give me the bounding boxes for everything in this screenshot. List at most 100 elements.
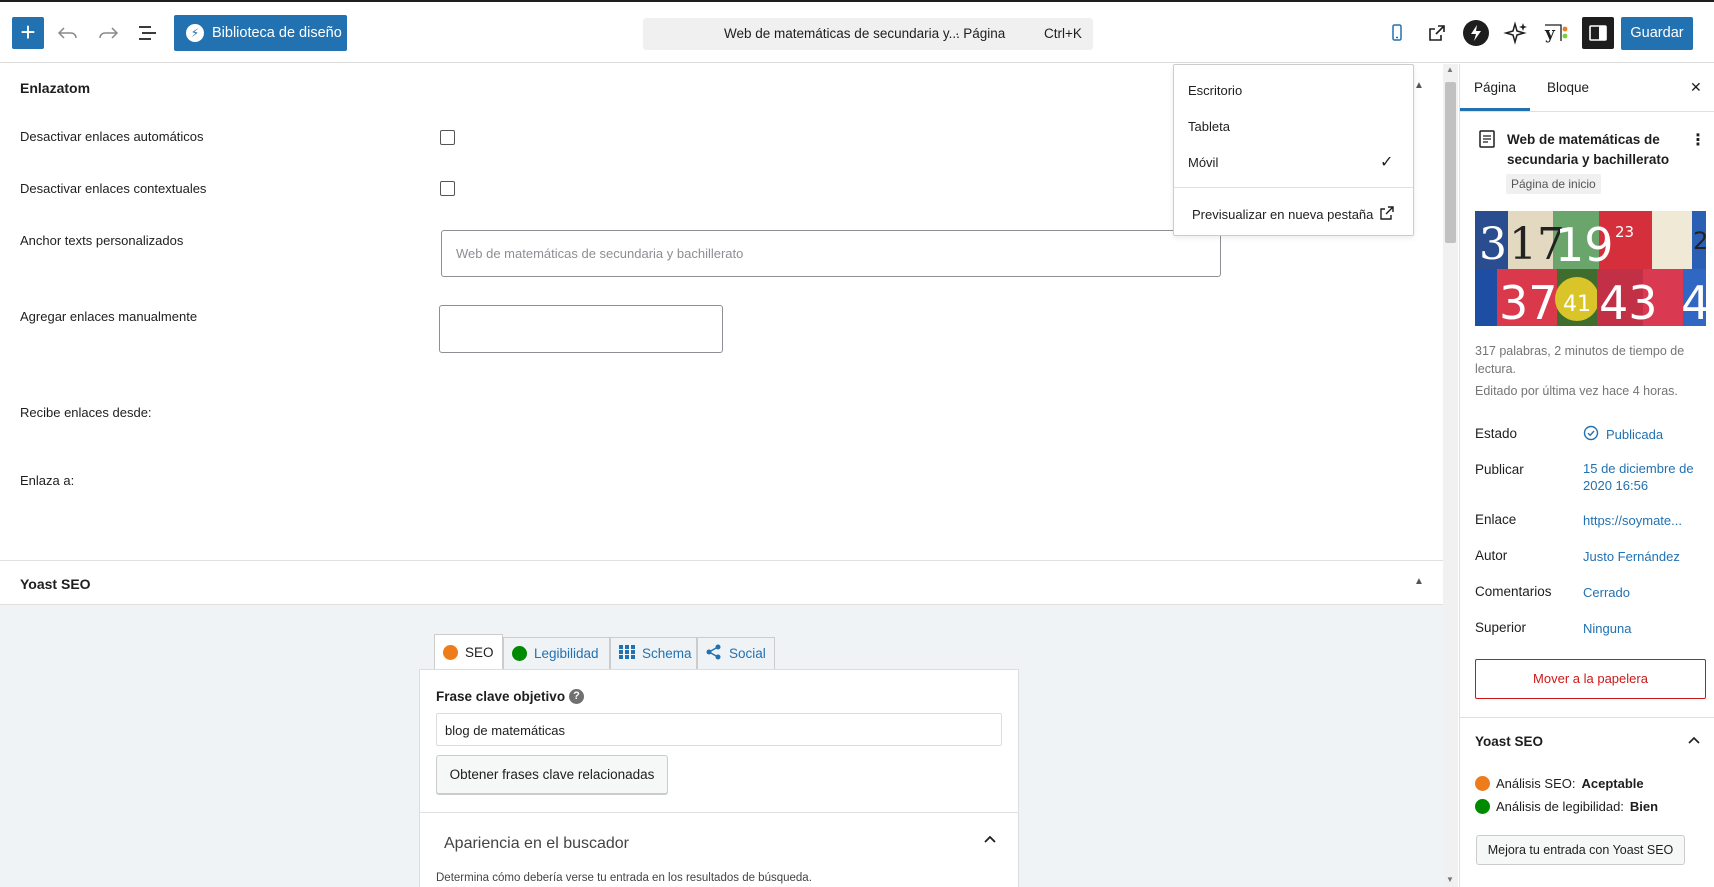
- tab-schema-label: Schema: [642, 646, 692, 661]
- seo-analysis-value: Aceptable: [1581, 776, 1644, 791]
- anchor-texts-label: Anchor texts personalizados: [20, 233, 184, 248]
- readability-analysis-label: Análisis de legibilidad:: [1496, 799, 1624, 814]
- sidebar-yoast-divider: [1460, 717, 1714, 718]
- sidebar-tab-block[interactable]: Bloque: [1547, 80, 1589, 95]
- redo-icon[interactable]: [92, 17, 124, 49]
- sidebar-yoast-title[interactable]: Yoast SEO: [1475, 734, 1543, 749]
- seo-analysis-smile-icon: [1475, 776, 1490, 791]
- tab-schema[interactable]: Schema: [610, 637, 697, 670]
- preview-new-tab-label: Previsualizar en nueva pestaña: [1192, 207, 1374, 222]
- schema-grid-icon: [619, 645, 635, 662]
- move-to-trash-button[interactable]: Mover a la papelera: [1475, 659, 1706, 699]
- tab-social-label: Social: [729, 646, 766, 661]
- sidebar-tabs-divider: [1460, 111, 1714, 112]
- disable-auto-checkbox[interactable]: [440, 130, 455, 145]
- scroll-up-arrow-icon[interactable]: ▲: [1446, 65, 1454, 74]
- link-value[interactable]: https://soymate...: [1583, 513, 1682, 528]
- word-count-stats: 317 palabras, 2 minutos de tiempo de lec…: [1475, 344, 1685, 376]
- collapse-yoast-icon[interactable]: ▲: [1414, 576, 1424, 587]
- page-menu-dots-icon[interactable]: ⋮: [1690, 130, 1706, 150]
- publish-label: Publicar: [1475, 462, 1524, 477]
- sidebar-tab-page[interactable]: Página: [1474, 80, 1516, 95]
- close-icon[interactable]: ✕: [1690, 79, 1702, 96]
- status-value[interactable]: Publicada: [1606, 427, 1663, 442]
- status-label: Estado: [1475, 426, 1518, 441]
- command-shortcut: Ctrl+K: [1044, 26, 1082, 41]
- author-value[interactable]: Justo Fernández: [1583, 549, 1680, 564]
- menu-item-preview-new-tab[interactable]: Previsualizar en nueva pestaña: [1192, 205, 1395, 224]
- links-to-label: Enlaza a:: [20, 473, 75, 488]
- image-number: 3: [1479, 219, 1507, 270]
- command-page-title: Web de matemáticas de secundaria y...: [724, 26, 960, 41]
- parent-value[interactable]: Ninguna: [1583, 621, 1631, 636]
- sidebar-page-title: Web de matemáticas de secundaria y bachi…: [1507, 132, 1670, 167]
- keyphrase-label: Frase clave objetivo: [436, 689, 566, 704]
- image-number: 23: [1615, 223, 1634, 241]
- chevron-up-icon[interactable]: [982, 832, 998, 853]
- undo-icon[interactable]: [52, 17, 84, 49]
- home-page-badge: Página de inicio: [1506, 174, 1601, 194]
- jetpack-icon[interactable]: [1463, 20, 1489, 46]
- sidebar-yoast-chevron-icon[interactable]: [1686, 733, 1702, 754]
- yoast-icon[interactable]: y: [1541, 17, 1573, 49]
- improve-with-yoast-button[interactable]: Mejora tu entrada con Yoast SEO: [1476, 835, 1685, 865]
- anchor-texts-placeholder: Web de matemáticas de secundaria y bachi…: [456, 246, 744, 261]
- tab-readability[interactable]: Legibilidad: [503, 637, 610, 670]
- author-label: Autor: [1475, 548, 1508, 563]
- last-edited: Editado por última vez hace 4 horas.: [1475, 384, 1678, 398]
- publish-date-value[interactable]: 15 de diciembre de 2020 16:56: [1583, 460, 1698, 494]
- disable-contextual-label: Desactivar enlaces contextuales: [20, 181, 207, 196]
- collapse-enlazatom-icon[interactable]: ▲: [1414, 80, 1424, 91]
- appearance-description: Determina cómo debería verse tu entrada …: [436, 872, 812, 884]
- image-number: 37: [1499, 276, 1558, 326]
- appearance-title[interactable]: Apariencia en el buscador: [444, 835, 629, 853]
- disable-contextual-checkbox[interactable]: [440, 181, 455, 196]
- image-number: 41: [1563, 292, 1591, 317]
- enlazatom-title: Enlazatom: [20, 80, 91, 96]
- check-icon: ✓: [1380, 154, 1394, 171]
- seo-analysis-row: Análisis SEO: Aceptable: [1475, 776, 1644, 791]
- appearance-divider: [420, 812, 1018, 813]
- comments-label: Comentarios: [1475, 584, 1552, 599]
- related-keyphrases-button[interactable]: Obtener frases clave relacionadas: [436, 755, 668, 794]
- readability-analysis-smile-icon: [1475, 799, 1490, 814]
- manual-links-input[interactable]: [439, 305, 723, 353]
- menu-item-mobile[interactable]: Móvil: [1188, 155, 1218, 170]
- parent-label: Superior: [1475, 620, 1527, 635]
- command-palette-bar[interactable]: Web de matemáticas de secundaria y... · …: [643, 18, 1093, 50]
- anchor-texts-input[interactable]: Web de matemáticas de secundaria y bachi…: [441, 230, 1221, 277]
- help-icon[interactable]: ?: [569, 689, 584, 704]
- save-button[interactable]: Guardar: [1621, 17, 1693, 50]
- design-library-label: Biblioteca de diseño: [212, 25, 342, 41]
- seo-smile-icon: [443, 644, 458, 660]
- manual-links-label: Agregar enlaces manualmente: [20, 309, 198, 324]
- external-link-icon: [1379, 205, 1395, 224]
- library-logo-icon: ⚡: [186, 24, 204, 42]
- image-number: 2: [1693, 227, 1706, 255]
- settings-sidebar-toggle-icon[interactable]: [1582, 17, 1614, 49]
- add-block-button[interactable]: +: [12, 17, 44, 49]
- svg-text:y: y: [1544, 24, 1556, 44]
- featured-image[interactable]: 3 17 19 23 2 37 41 43 4: [1475, 211, 1706, 326]
- tab-seo[interactable]: SEO: [434, 634, 503, 670]
- ai-sparkle-icon[interactable]: [1501, 17, 1533, 49]
- external-view-icon[interactable]: [1421, 17, 1453, 49]
- seo-analysis-label: Análisis SEO:: [1496, 776, 1576, 791]
- tab-readability-label: Legibilidad: [534, 646, 599, 661]
- design-library-button[interactable]: ⚡ Biblioteca de diseño: [174, 15, 347, 51]
- keyphrase-input[interactable]: blog de matemáticas: [436, 713, 1002, 746]
- menu-item-desktop[interactable]: Escritorio: [1188, 83, 1242, 98]
- scroll-down-arrow-icon[interactable]: ▼: [1446, 875, 1454, 884]
- image-number: 43: [1599, 276, 1658, 326]
- main-scrollbar-thumb[interactable]: [1445, 82, 1456, 243]
- menu-item-tablet[interactable]: Tableta: [1188, 119, 1230, 134]
- tab-social[interactable]: Social: [697, 637, 775, 670]
- mobile-preview-icon[interactable]: [1381, 17, 1413, 49]
- comments-value[interactable]: Cerrado: [1583, 585, 1630, 600]
- menu-divider: [1174, 187, 1413, 188]
- readability-smile-icon: [512, 646, 527, 661]
- panel-divider: [0, 560, 1443, 561]
- receives-links-label: Recibe enlaces desde:: [20, 405, 152, 420]
- tab-seo-label: SEO: [465, 644, 494, 660]
- document-overview-icon[interactable]: [132, 17, 164, 49]
